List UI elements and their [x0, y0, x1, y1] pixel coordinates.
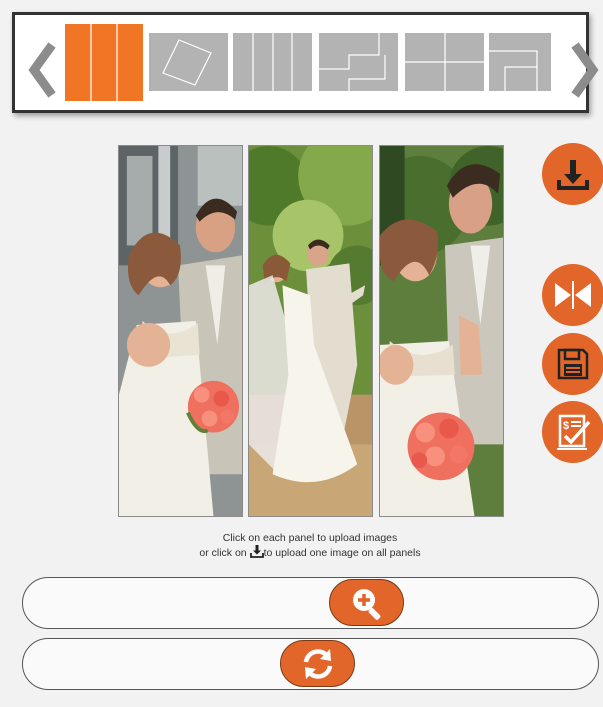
- reset-button[interactable]: [280, 640, 355, 687]
- download-button[interactable]: [542, 143, 603, 205]
- zoom-in-icon: [352, 588, 380, 620]
- floppy-disk-icon: [557, 348, 589, 380]
- upload-hint-prefix: or click on: [199, 547, 247, 559]
- refresh-icon: [303, 648, 332, 679]
- svg-text:$: $: [563, 420, 569, 432]
- template-four-vertical-strips[interactable]: [233, 33, 312, 91]
- template-interlocked-panels[interactable]: [319, 33, 398, 91]
- template-selector-bar: [12, 12, 599, 113]
- order-button[interactable]: $: [542, 401, 603, 463]
- chevron-right-icon: [571, 42, 599, 98]
- download-icon: [557, 160, 589, 190]
- template-three-vertical-strips[interactable]: [65, 24, 143, 101]
- download-small-icon: [249, 545, 264, 558]
- photo-panel-right[interactable]: [379, 145, 504, 517]
- wedding-photo-image: [380, 146, 503, 516]
- price-order-icon: $: [557, 414, 591, 450]
- reset-control-bar: [22, 638, 599, 690]
- photo-panel-middle[interactable]: [248, 145, 373, 517]
- wedding-photo-image: [249, 146, 372, 516]
- photo-panel-left[interactable]: [118, 145, 243, 517]
- zoom-button[interactable]: [329, 579, 404, 626]
- chevron-left-icon: [28, 42, 56, 98]
- flip-button[interactable]: [542, 264, 603, 326]
- template-nested-frames[interactable]: [489, 33, 551, 91]
- save-button[interactable]: [542, 333, 603, 395]
- prev-template-button[interactable]: [25, 41, 61, 99]
- upload-hint-line-2: or click on to upload one image on all p…: [120, 545, 500, 560]
- template-four-grid[interactable]: [405, 33, 484, 91]
- template-tilted-frame[interactable]: [149, 33, 228, 91]
- flip-horizontal-icon: [555, 281, 591, 309]
- wedding-photo-image: [119, 146, 242, 516]
- zoom-control-bar: [22, 577, 599, 629]
- next-template-button[interactable]: [566, 41, 602, 99]
- upload-hint-line-1: Click on each panel to upload images: [222, 532, 398, 544]
- upload-hint-suffix: to upload one image on all panels: [263, 547, 421, 559]
